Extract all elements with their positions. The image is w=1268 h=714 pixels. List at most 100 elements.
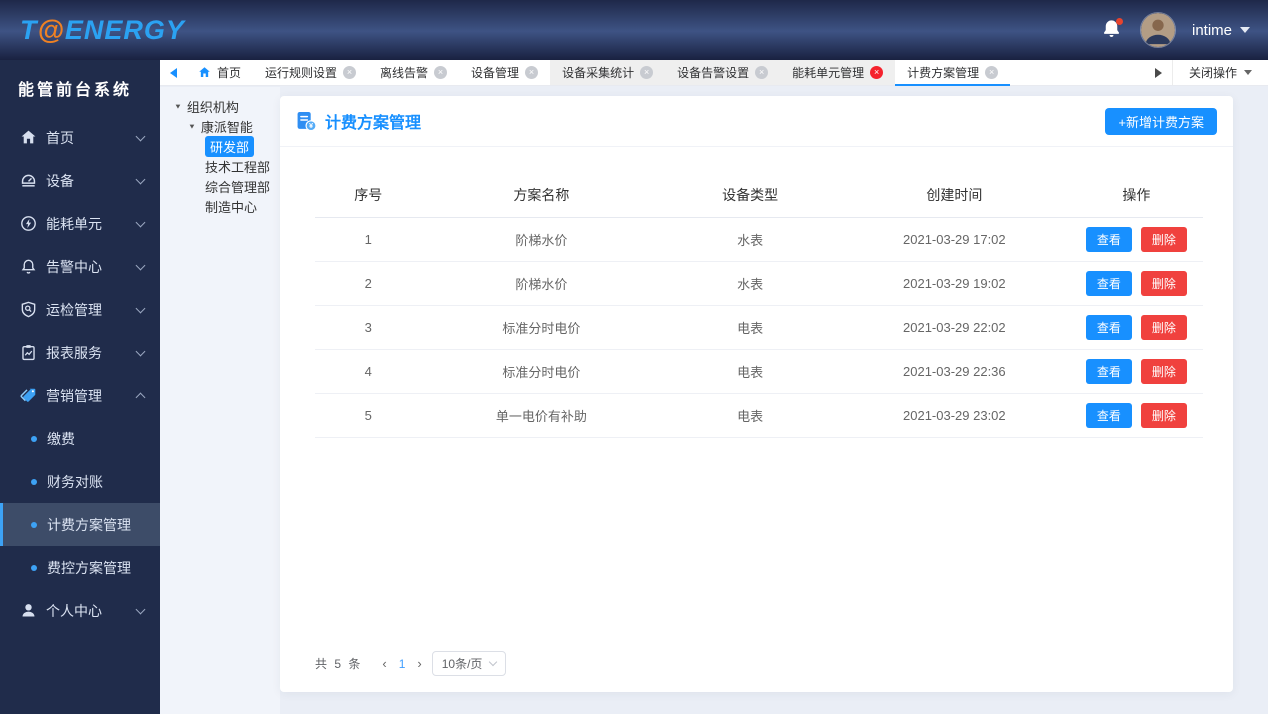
- sidebar-subitem-billing-plan[interactable]: 计费方案管理: [0, 503, 160, 546]
- view-button[interactable]: 查看: [1085, 271, 1132, 296]
- close-operations-dropdown[interactable]: 关闭操作: [1171, 60, 1268, 85]
- close-icon[interactable]: ×: [870, 66, 884, 79]
- cell-device-type: 电表: [661, 349, 839, 394]
- bullet-dot-icon: [31, 564, 37, 571]
- delete-button[interactable]: 删除: [1140, 271, 1187, 296]
- tab-run-rules[interactable]: 运行规则设置 ×: [253, 60, 368, 85]
- topbar: T @ ENERGY intime: [0, 0, 1268, 60]
- view-button[interactable]: 查看: [1085, 359, 1132, 384]
- sidebar-item-reports[interactable]: 报表服务: [0, 331, 160, 374]
- delete-button[interactable]: 删除: [1140, 315, 1187, 340]
- tab-device-collection-stats[interactable]: 设备采集统计 ×: [550, 60, 666, 85]
- sidebar-subitem-label: 财务对账: [47, 473, 103, 490]
- view-button[interactable]: 查看: [1085, 227, 1132, 252]
- tab-device-alarm-settings[interactable]: 设备告警设置 ×: [665, 60, 781, 85]
- cell-device-type: 水表: [661, 217, 839, 262]
- sidebar-subitem-fee-control-plan[interactable]: 费控方案管理: [0, 546, 160, 589]
- home-icon: [199, 67, 210, 77]
- sidebar-item-energy-units[interactable]: 能耗单元: [0, 202, 160, 245]
- delete-button[interactable]: 删除: [1140, 359, 1187, 384]
- sidebar-item-label: 告警中心: [46, 258, 102, 275]
- column-header: 操作: [1069, 177, 1203, 218]
- tab-energy-unit-management[interactable]: 能耗单元管理 ×: [780, 60, 896, 85]
- tree-expand-icon[interactable]: ▼: [174, 102, 182, 110]
- chevron-down-icon: [1244, 70, 1252, 75]
- tree-expand-icon[interactable]: ▼: [188, 122, 196, 130]
- pagination: 共 5 条 ‹ 1 › 10条/页: [315, 651, 507, 676]
- bullet-dot-icon: [31, 521, 37, 528]
- tree-node-label: 康派智能: [200, 119, 253, 135]
- tab-device-management[interactable]: 设备管理 ×: [459, 60, 550, 85]
- column-header: 创建时间: [838, 177, 1070, 218]
- sidebar-item-marketing[interactable]: 营销管理: [0, 374, 160, 417]
- column-header: 方案名称: [421, 177, 662, 218]
- tab-home[interactable]: 首页: [186, 60, 253, 85]
- sidebar-item-inspection[interactable]: 运检管理: [0, 288, 160, 331]
- sidebar-item-personal-center[interactable]: 个人中心: [0, 589, 160, 632]
- tree-node-root[interactable]: ▼ 组织机构: [160, 96, 280, 116]
- notification-bell-icon[interactable]: [1100, 18, 1124, 42]
- user-menu[interactable]: intime: [1192, 22, 1250, 39]
- view-button[interactable]: 查看: [1085, 403, 1132, 428]
- sidebar-item-devices[interactable]: 设备: [0, 159, 160, 202]
- tabs-scroll-left-button[interactable]: [160, 60, 186, 85]
- tree-node-dept[interactable]: 制造中心: [160, 196, 280, 216]
- close-icon[interactable]: ×: [434, 66, 448, 79]
- table-row: 5 单一电价有补助 电表 2021-03-29 23:02 查看 删除: [315, 393, 1203, 438]
- close-icon[interactable]: ×: [985, 66, 999, 79]
- home-icon: [21, 130, 36, 144]
- close-icon[interactable]: ×: [525, 66, 539, 79]
- tree-node-company[interactable]: ▼ 康派智能: [160, 116, 280, 136]
- sidebar-item-label: 个人中心: [46, 602, 102, 619]
- pagination-next-button[interactable]: ›: [415, 656, 423, 671]
- cell-created-at: 2021-03-29 22:36: [838, 349, 1070, 394]
- sidebar-item-alarm-center[interactable]: 告警中心: [0, 245, 160, 288]
- table-row: 1 阶梯水价 水表 2021-03-29 17:02 查看 删除: [315, 217, 1203, 262]
- tree-node-dept[interactable]: 技术工程部: [160, 156, 280, 176]
- view-button[interactable]: 查看: [1085, 315, 1132, 340]
- tab-label: 设备告警设置: [677, 66, 750, 80]
- panel-header: ¥ 计费方案管理 +新增计费方案: [280, 96, 1233, 147]
- alarm-icon: [21, 259, 36, 274]
- tree-node-dept[interactable]: 综合管理部: [160, 176, 280, 196]
- pagination-page-1[interactable]: 1: [397, 657, 408, 671]
- tab-offline-alarm[interactable]: 离线告警 ×: [368, 60, 459, 85]
- table-row: 3 标准分时电价 电表 2021-03-29 22:02 查看 删除: [315, 305, 1203, 350]
- sidebar-item-label: 能耗单元: [46, 215, 102, 232]
- avatar[interactable]: [1139, 12, 1176, 48]
- close-icon[interactable]: ×: [343, 66, 357, 79]
- pagination-total: 共 5 条: [315, 657, 363, 671]
- tabs-scroll-right-button[interactable]: [1146, 60, 1172, 85]
- sidebar-subitem-payment[interactable]: 缴费: [0, 417, 160, 460]
- close-icon[interactable]: ×: [755, 66, 769, 79]
- tree-node-label: 组织机构: [186, 99, 239, 115]
- sidebar-item-label: 报表服务: [46, 344, 102, 361]
- add-billing-plan-button[interactable]: +新增计费方案: [1105, 107, 1217, 135]
- chevron-left-icon: [169, 67, 177, 78]
- logo-text: ENERGY: [64, 14, 185, 45]
- sidebar-item-label: 首页: [46, 129, 74, 146]
- close-icon[interactable]: ×: [640, 66, 654, 79]
- delete-button[interactable]: 删除: [1140, 403, 1187, 428]
- cell-created-at: 2021-03-29 19:02: [838, 261, 1070, 306]
- page-title: 计费方案管理: [325, 115, 422, 132]
- chevron-down-icon: [135, 217, 146, 227]
- cell-index: 1: [315, 217, 422, 262]
- sidebar: 能管前台系统 首页 设备 能耗单元 告警中心 运检管理 报表服务 营销管理 缴费: [0, 60, 160, 714]
- tab-label: 首页: [217, 66, 242, 80]
- chevron-up-icon: [135, 392, 146, 403]
- sidebar-subitem-finance-reconciliation[interactable]: 财务对账: [0, 460, 160, 503]
- page-size-select[interactable]: 10条/页: [431, 651, 507, 676]
- tree-node-dept-selected[interactable]: 研发部: [160, 135, 280, 157]
- energy-unit-icon: [21, 216, 36, 231]
- logo-text: T: [20, 14, 38, 45]
- delete-button[interactable]: 删除: [1140, 227, 1187, 252]
- marketing-icon: [20, 388, 36, 402]
- chevron-right-icon: [1155, 67, 1163, 78]
- chevron-down-icon: [135, 260, 146, 270]
- pagination-prev-button[interactable]: ‹: [380, 656, 388, 671]
- cell-created-at: 2021-03-29 17:02: [838, 217, 1070, 262]
- sidebar-item-home[interactable]: 首页: [0, 116, 160, 159]
- tab-billing-plan-management[interactable]: 计费方案管理 ×: [895, 60, 1011, 86]
- column-header: 设备类型: [661, 177, 839, 218]
